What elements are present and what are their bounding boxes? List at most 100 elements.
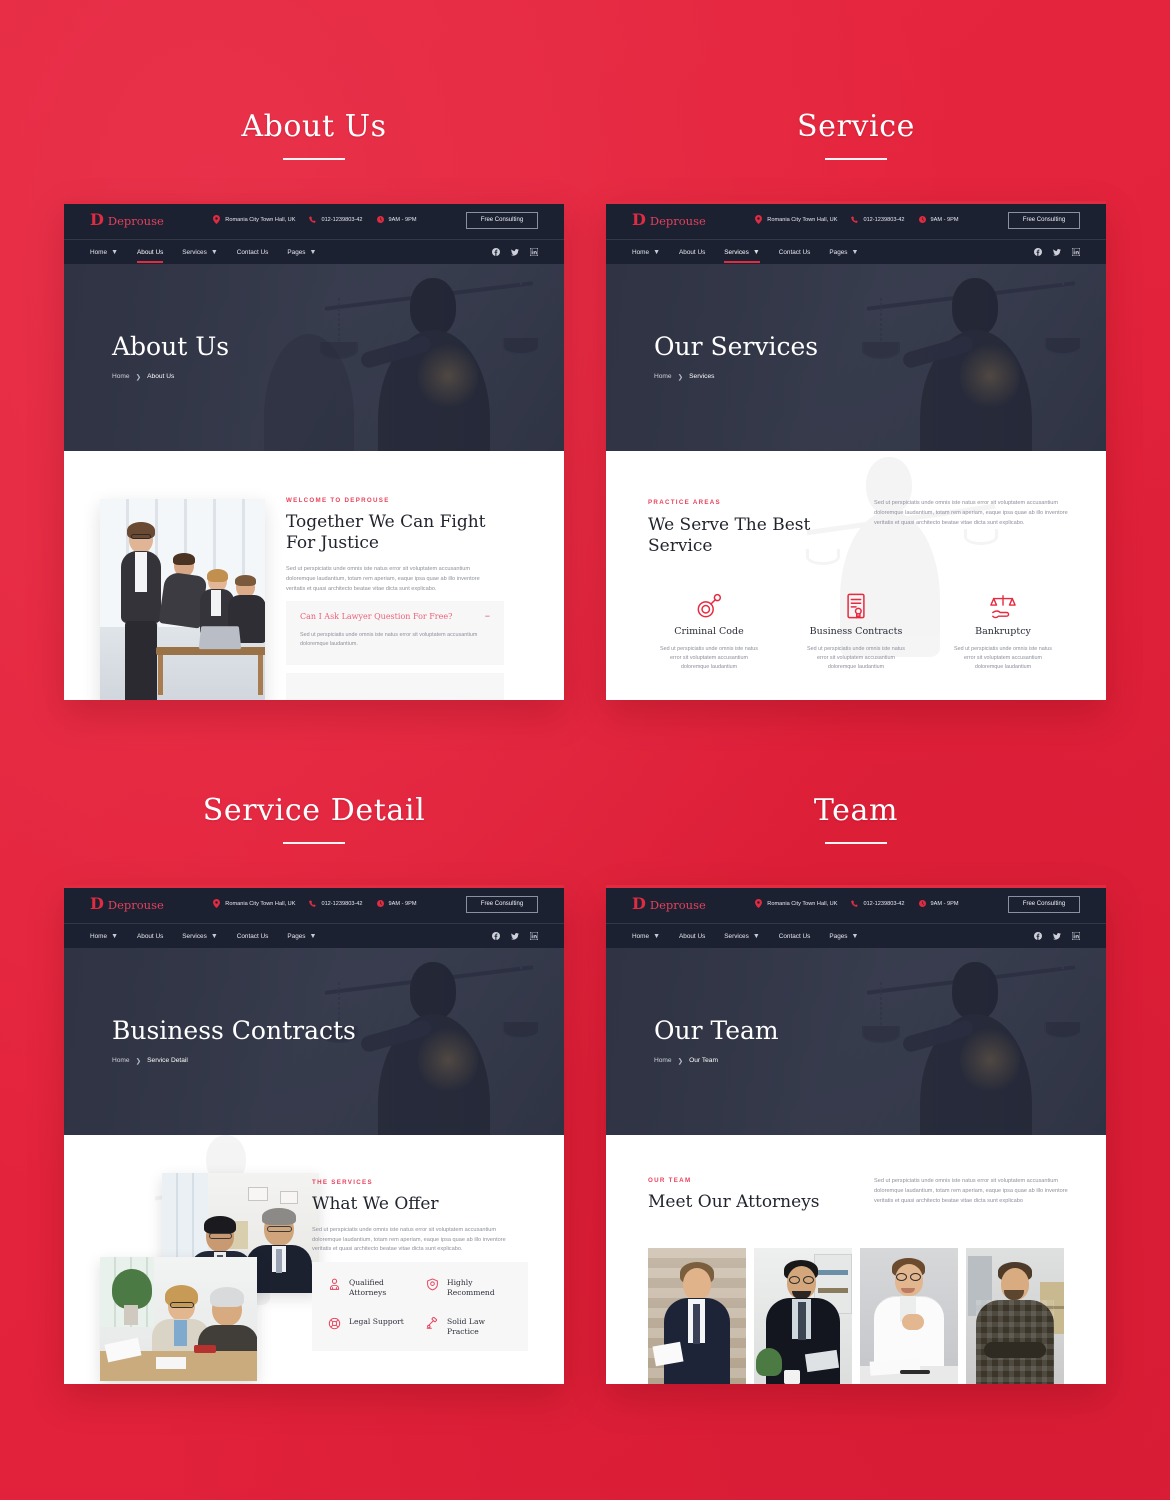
top-bar: D Deprouse Romania City Town Hall, UK 01… <box>606 201 1106 239</box>
linkedin-icon[interactable] <box>529 927 539 945</box>
breadcrumb-current: Service Detail <box>147 1057 188 1065</box>
nav-label: Services <box>182 248 207 256</box>
faq-accordion-item-collapsed[interactable] <box>286 673 504 700</box>
nav-item-about-us[interactable]: About Us <box>679 933 705 940</box>
nav-label: About Us <box>137 248 164 256</box>
free-consulting-button[interactable]: Free Consulting <box>1007 211 1080 229</box>
free-consulting-button[interactable]: Free Consulting <box>1007 895 1080 913</box>
twitter-icon[interactable] <box>511 243 519 261</box>
brand-logo[interactable]: D Deprouse <box>632 212 706 228</box>
breadcrumb-home[interactable]: Home <box>112 1057 130 1064</box>
breadcrumb-home[interactable]: Home <box>654 373 672 380</box>
nav-item-services[interactable]: Services ▼ <box>182 933 217 940</box>
phone-info[interactable]: 012-1239803-42 <box>309 899 363 909</box>
main-nav: Home ▼ About Us Services ▼ Contact Us Page… <box>606 239 1106 264</box>
scales-hand-icon <box>928 591 1078 621</box>
nav-item-contact-us[interactable]: Contact Us <box>779 933 811 940</box>
phone-info[interactable]: 012-1239803-42 <box>851 899 905 909</box>
phone-text: 012-1239803-42 <box>321 217 363 223</box>
twitter-icon[interactable] <box>511 927 519 945</box>
top-bar: D Deprouse Romania City Town Hall, UK 01… <box>64 201 564 239</box>
brand-mark: D <box>632 894 646 913</box>
brand-logo[interactable]: D Deprouse <box>90 212 164 228</box>
nav-label: About Us <box>679 248 706 256</box>
contact-info: Romania City Town Hall, UK 012-1239803-4… <box>755 214 959 226</box>
breadcrumb-home[interactable]: Home <box>654 1057 672 1064</box>
nav-item-services[interactable]: Services ▼ <box>724 249 761 263</box>
nav-item-services[interactable]: Services ▼ <box>724 933 759 940</box>
nav-item-services[interactable]: Services ▼ <box>182 249 217 256</box>
about-content: WELCOME TO DEPROUSE Together We Can Figh… <box>64 451 564 700</box>
facebook-icon[interactable] <box>492 927 500 945</box>
team-member-card-3[interactable] <box>860 1248 958 1384</box>
about-title-line-2: For Justice <box>286 532 379 553</box>
breadcrumb: Home ❯ Service Detail <box>112 1057 356 1065</box>
nav-item-contact-us[interactable]: Contact Us <box>237 933 269 940</box>
facebook-icon[interactable] <box>1034 927 1042 945</box>
facebook-icon[interactable] <box>1034 243 1042 261</box>
nav-item-home[interactable]: Home ▼ <box>90 933 118 940</box>
breadcrumb: Home ❯ Services <box>654 373 818 381</box>
nav-item-about-us[interactable]: About Us <box>137 933 163 940</box>
twitter-icon[interactable] <box>1053 927 1061 945</box>
faq-accordion-item-open[interactable]: Can I Ask Lawyer Question For Free? − Se… <box>286 601 504 665</box>
nav-item-home[interactable]: Home ▼ <box>90 249 118 256</box>
hours-info: 9AM - 9PM <box>918 215 959 225</box>
service-card-business-contracts[interactable]: Business Contracts Sed ut perspiciatis u… <box>781 591 931 673</box>
nav-item-pages[interactable]: Pages ▼ <box>287 933 316 940</box>
breadcrumb-home[interactable]: Home <box>112 373 130 380</box>
service-card-bankruptcy[interactable]: Bankruptcy Sed ut perspiciatis unde omni… <box>928 591 1078 673</box>
address-text: Romania City Town Hall, UK <box>225 901 296 907</box>
accordion-toggle-icon[interactable]: − <box>485 612 490 621</box>
brand-logo[interactable]: D Deprouse <box>90 896 164 912</box>
gavel-icon <box>426 1316 439 1335</box>
linkedin-icon[interactable] <box>529 243 539 261</box>
brand-logo[interactable]: D Deprouse <box>632 896 706 912</box>
section-title-text: Service <box>797 109 915 144</box>
nav-item-pages[interactable]: Pages ▼ <box>287 249 316 256</box>
chevron-down-icon: ▼ <box>309 932 317 940</box>
nav-item-home[interactable]: Home ▼ <box>632 249 660 256</box>
free-consulting-button[interactable]: Free Consulting <box>465 211 538 229</box>
chevron-down-icon: ▼ <box>309 248 317 256</box>
free-consulting-button[interactable]: Free Consulting <box>465 895 538 913</box>
chevron-down-icon: ▼ <box>111 248 118 256</box>
facebook-icon[interactable] <box>492 243 500 261</box>
nav-item-about-us[interactable]: About Us <box>137 248 164 263</box>
faq-answer: Sed ut perspiciatis unde omnis iste natu… <box>300 632 478 648</box>
nav-item-contact-us[interactable]: Contact Us <box>779 249 811 256</box>
brand-word: Deprouse <box>107 898 164 912</box>
nav-label: Home <box>90 932 108 940</box>
handcuff-icon <box>634 591 784 621</box>
brand-word: Deprouse <box>107 214 164 228</box>
linkedin-icon[interactable] <box>1071 243 1081 261</box>
nav-links: Home ▼ About Us Services ▼ Contact Us Page… <box>632 249 858 263</box>
twitter-icon[interactable] <box>1053 243 1061 261</box>
nav-item-home[interactable]: Home ▼ <box>632 933 660 940</box>
site-header: D Deprouse Romania City Town Hall, UK 01… <box>64 885 564 948</box>
nav-item-pages[interactable]: Pages ▼ <box>829 933 858 940</box>
service-card-criminal-code[interactable]: Criminal Code Sed ut perspiciatis unde o… <box>634 591 784 673</box>
phone-info[interactable]: 012-1239803-42 <box>309 215 363 225</box>
page-hero: About Us Home ❯ About Us <box>64 264 564 451</box>
chevron-right-icon: ❯ <box>135 373 142 381</box>
breadcrumb: Home ❯ Our Team <box>654 1057 779 1065</box>
nav-label: About Us <box>137 932 164 940</box>
poster-canvas: About Us Service Service Detail Team D D… <box>0 0 1170 1500</box>
chevron-down-icon: ▼ <box>210 248 218 256</box>
nav-item-about-us[interactable]: About Us <box>679 249 705 256</box>
team-member-card-2[interactable] <box>754 1248 852 1384</box>
linkedin-icon[interactable] <box>1071 927 1081 945</box>
nav-label: Contact Us <box>778 932 811 940</box>
about-eyebrow: WELCOME TO DEPROUSE <box>286 497 390 504</box>
nav-item-pages[interactable]: Pages ▼ <box>829 249 858 256</box>
hero-content: Our Services Home ❯ Services <box>654 264 818 451</box>
team-member-card-4[interactable] <box>966 1248 1064 1384</box>
phone-text: 012-1239803-42 <box>863 217 905 223</box>
feature-list: Qualified Attorneys Highly Recommend Leg… <box>312 1262 528 1351</box>
page-hero: Our Team Home ❯ Our Team <box>606 948 1106 1135</box>
services-eyebrow: PRACTICE AREAS <box>648 499 721 506</box>
nav-item-contact-us[interactable]: Contact Us <box>237 249 269 256</box>
team-member-card-1[interactable] <box>648 1248 746 1384</box>
phone-info[interactable]: 012-1239803-42 <box>851 215 905 225</box>
